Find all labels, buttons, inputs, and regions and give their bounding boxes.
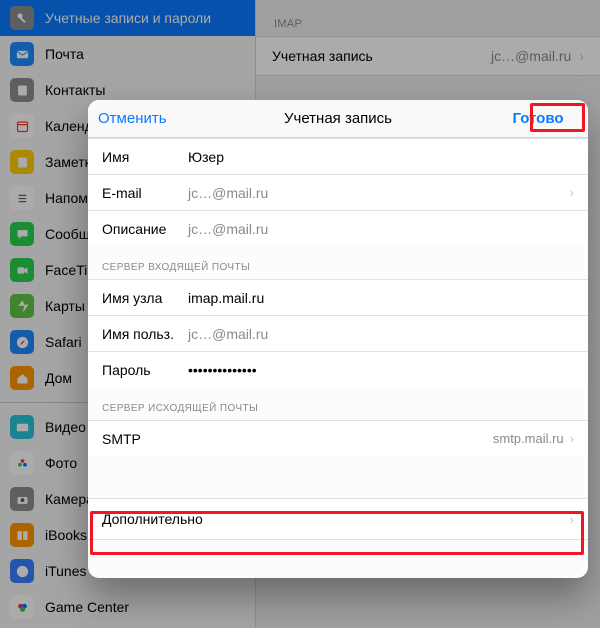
field-description[interactable]: Описание jс…@mail.ru [88, 210, 588, 246]
account-sheet: Отменить Учетная запись Готово Имя Юзер … [88, 100, 588, 578]
incoming-pass-value: •••••••••••••• [188, 362, 574, 378]
field-email[interactable]: E-mail jс…@mail.ru › [88, 174, 588, 210]
cancel-button[interactable]: Отменить [98, 110, 178, 127]
chevron-right-icon: › [570, 512, 574, 527]
field-incoming-host[interactable]: Имя узла imap.mail.ru [88, 279, 588, 315]
incoming-header: СЕРВЕР ВХОДЯЩЕЙ ПОЧТЫ [88, 246, 588, 279]
field-email-label: E-mail [102, 185, 188, 201]
field-name-value: Юзер [188, 149, 574, 165]
incoming-user-label: Имя польз. [102, 326, 188, 342]
field-name-label: Имя [102, 149, 188, 165]
smtp-value: smtp.mail.ru [493, 431, 564, 446]
advanced-label: Дополнительно [102, 511, 203, 527]
field-description-label: Описание [102, 221, 188, 237]
sheet-navbar: Отменить Учетная запись Готово [88, 100, 588, 138]
incoming-host-value: imap.mail.ru [188, 290, 574, 306]
field-email-value: jс…@mail.ru [188, 185, 570, 201]
field-incoming-pass[interactable]: Пароль •••••••••••••• [88, 351, 588, 387]
field-name[interactable]: Имя Юзер [88, 138, 588, 174]
field-smtp[interactable]: SMTP smtp.mail.ru › [88, 420, 588, 456]
incoming-host-label: Имя узла [102, 290, 188, 306]
chevron-right-icon: › [570, 185, 574, 200]
incoming-user-value: jс…@mail.ru [188, 326, 574, 342]
outgoing-header: СЕРВЕР ИСХОДЯЩЕЙ ПОЧТЫ [88, 387, 588, 420]
chevron-right-icon: › [570, 431, 574, 446]
incoming-pass-label: Пароль [102, 362, 188, 378]
field-description-value: jс…@mail.ru [188, 221, 574, 237]
field-incoming-user[interactable]: Имя польз. jс…@mail.ru [88, 315, 588, 351]
done-button[interactable]: Готово [498, 110, 578, 127]
smtp-label: SMTP [102, 431, 188, 447]
sheet-title: Учетная запись [178, 110, 498, 127]
advanced-row[interactable]: Дополнительно › [88, 498, 588, 540]
